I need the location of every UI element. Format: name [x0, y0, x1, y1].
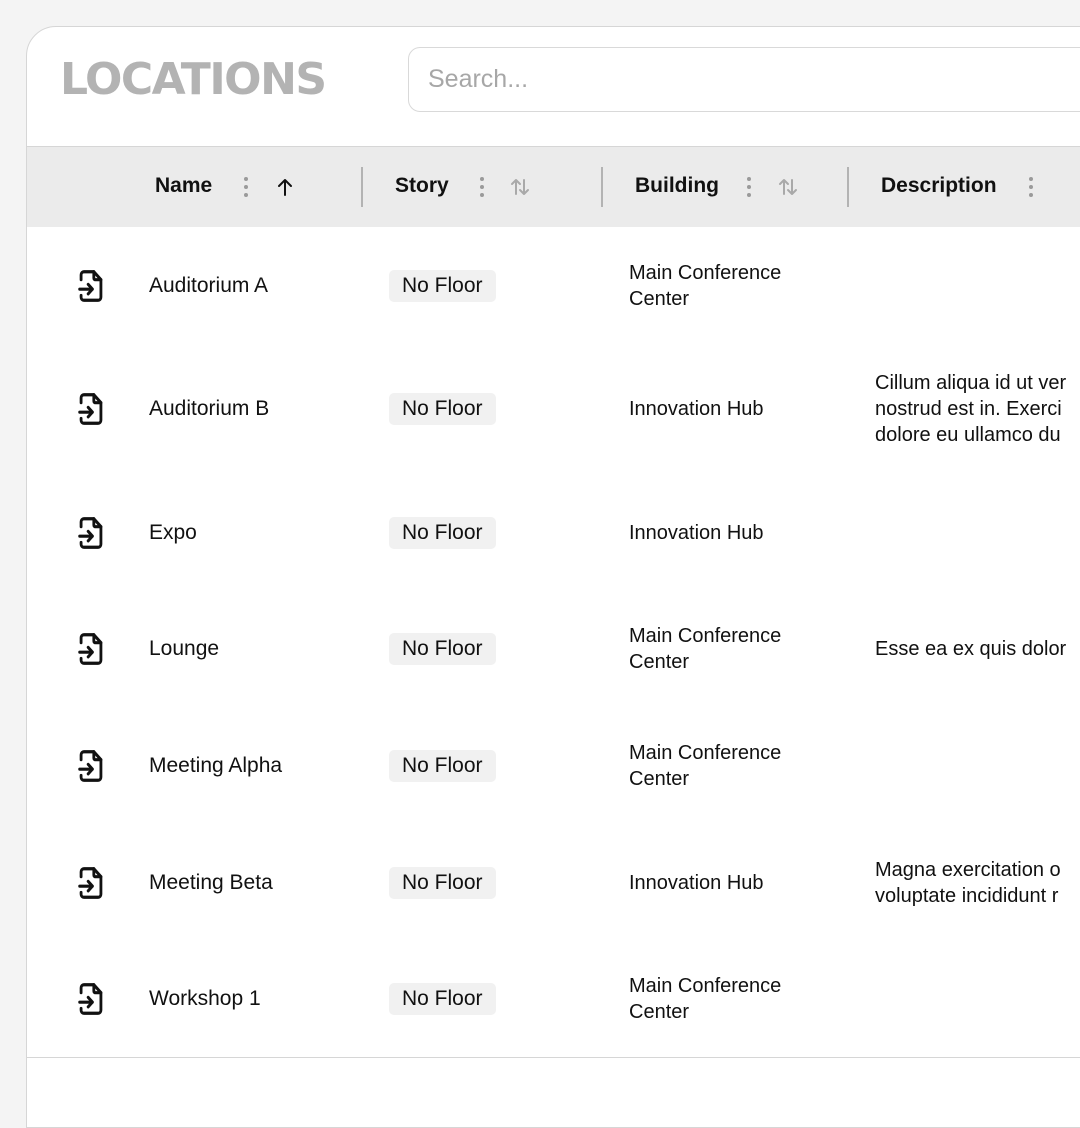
cell-building: Main Conference Center: [629, 975, 782, 1023]
story-badge: No Floor: [389, 516, 496, 549]
table-row[interactable]: Auditorium A No Floor Main Conference Cent…: [27, 227, 1080, 345]
cell-description: Cillum aliqua id ut ver nostrud est in. E…: [875, 370, 1080, 448]
column-resize-handle[interactable]: [847, 167, 849, 207]
cell-building: Innovation Hub: [629, 871, 764, 894]
file-enter-icon[interactable]: [74, 514, 108, 552]
table-header: Name Story Building Description: [27, 146, 1080, 228]
description-line: Magna exercitation o: [875, 858, 1061, 881]
file-enter-icon[interactable]: [74, 980, 108, 1018]
table-row[interactable]: Workshop 1 No Floor Main Conference Center: [27, 941, 1080, 1058]
cell-name: Expo: [149, 520, 197, 544]
toolbar: LOCATIONS: [27, 27, 1080, 146]
cell-building: Main Conference Center: [629, 625, 782, 673]
more-vertical-icon[interactable]: [747, 177, 751, 197]
cell-name: Workshop 1: [149, 987, 261, 1010]
cell-description: Magna exercitation o voluptate incididunt…: [875, 857, 1080, 909]
cell-building: Main Conference Center: [629, 261, 782, 310]
story-badge: No Floor: [389, 393, 496, 425]
column-resize-handle[interactable]: [601, 167, 603, 207]
arrows-up-down-icon[interactable]: [508, 175, 532, 199]
story-badge: No Floor: [389, 983, 496, 1015]
search-input[interactable]: [408, 47, 1080, 112]
file-enter-icon[interactable]: [74, 390, 108, 428]
column-header-name[interactable]: Name: [155, 173, 212, 199]
more-vertical-icon[interactable]: [480, 177, 484, 197]
file-enter-icon[interactable]: [74, 267, 108, 305]
cell-description: Esse ea ex quis dolor: [875, 636, 1080, 662]
column-header-description[interactable]: Description: [881, 173, 997, 199]
column-header-story[interactable]: Story: [395, 173, 449, 199]
cell-name: Lounge: [149, 637, 220, 660]
table-row[interactable]: Auditorium B No Floor Innovation Hub Cillum…: [27, 344, 1080, 475]
story-badge: No Floor: [389, 633, 496, 665]
locations-panel: LOCATIONS Name Story Building Descriptio…: [26, 26, 1080, 1128]
description-line: nostrud est in. Exerci: [875, 398, 1062, 420]
file-enter-icon[interactable]: [74, 747, 108, 785]
table-row[interactable]: Lounge No Floor Main Conference Center Esse…: [27, 591, 1080, 708]
cell-name: Meeting Beta: [149, 870, 273, 894]
story-badge: No Floor: [389, 866, 496, 899]
file-enter-icon[interactable]: [74, 630, 108, 668]
arrow-up-icon[interactable]: [273, 175, 297, 199]
cell-building: Main Conference Center: [629, 741, 782, 790]
arrows-up-down-icon[interactable]: [776, 175, 800, 199]
table-row[interactable]: Expo No Floor Innovation Hub: [27, 474, 1080, 592]
column-header-building[interactable]: Building: [635, 173, 719, 199]
more-vertical-icon[interactable]: [1029, 177, 1033, 197]
cell-building: Innovation Hub: [629, 398, 764, 420]
cell-name: Auditorium B: [149, 397, 270, 420]
story-badge: No Floor: [389, 269, 496, 302]
description-line: dolore eu ullamco du: [875, 424, 1061, 446]
page-title: LOCATIONS: [60, 54, 327, 105]
more-vertical-icon[interactable]: [244, 177, 248, 197]
story-badge: No Floor: [389, 749, 496, 782]
cell-name: Meeting Alpha: [149, 753, 283, 777]
description-line: voluptate incididunt r: [875, 884, 1059, 907]
description-line: Cillum aliqua id ut ver: [875, 372, 1067, 394]
column-resize-handle[interactable]: [361, 167, 363, 207]
table-row[interactable]: Meeting Alpha No Floor Main Conference Cen…: [27, 707, 1080, 825]
cell-building: Innovation Hub: [629, 521, 764, 544]
cell-name: Auditorium A: [149, 273, 269, 297]
description-line: Esse ea ex quis dolor: [875, 638, 1067, 660]
table-row[interactable]: Meeting Beta No Floor Innovation Hub Magna …: [27, 824, 1080, 942]
file-enter-icon[interactable]: [74, 864, 108, 902]
